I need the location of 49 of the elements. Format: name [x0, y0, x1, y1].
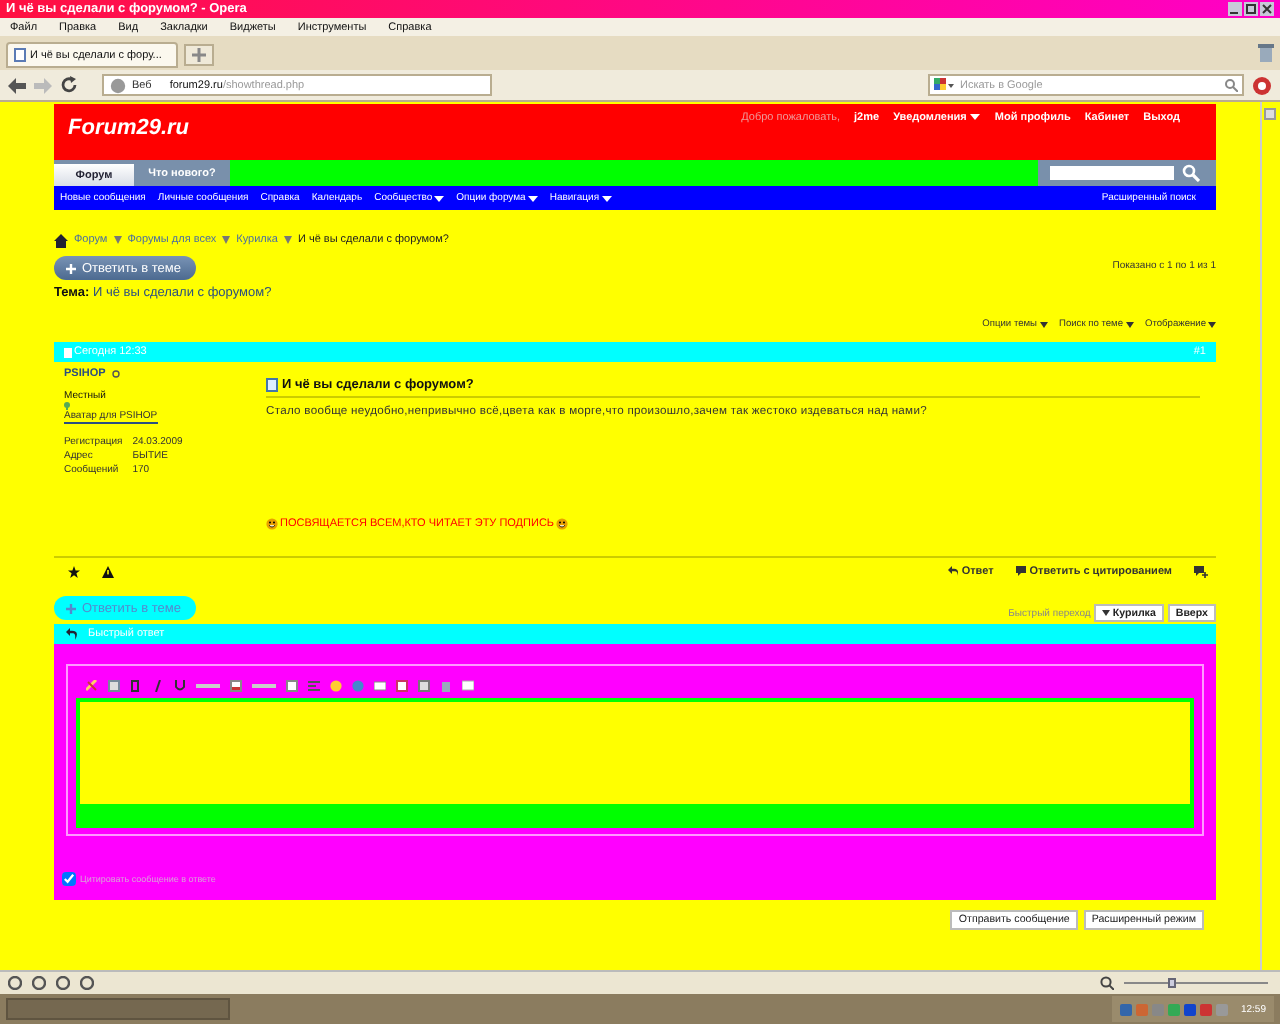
caret-icon [970, 114, 981, 120]
text-color-icon[interactable] [230, 680, 242, 692]
home-icon[interactable] [54, 233, 68, 247]
align-icon[interactable] [308, 680, 320, 692]
reply-arrow-icon [947, 566, 958, 576]
caret-icon [434, 195, 445, 201]
back-icon[interactable] [8, 77, 26, 93]
minimize-icon[interactable] [1228, 2, 1242, 16]
caret-icon [1208, 322, 1216, 328]
warning-icon[interactable] [102, 565, 114, 577]
caret-icon [601, 195, 612, 201]
caret-icon [527, 195, 538, 201]
page-icon [64, 347, 72, 357]
italic-icon[interactable] [152, 680, 164, 692]
caret-icon [1102, 610, 1111, 616]
chevron-icon [113, 236, 122, 244]
search-engine-icon [934, 77, 956, 93]
trash-icon[interactable] [1258, 44, 1274, 62]
zoom-icon[interactable] [1100, 976, 1114, 990]
opera-menu-icon[interactable] [1252, 75, 1272, 95]
bold-icon[interactable] [130, 680, 142, 692]
underline-icon[interactable] [174, 680, 186, 692]
quote-checkbox[interactable] [62, 872, 76, 886]
caret-icon [1039, 322, 1047, 328]
document-icon [266, 378, 278, 392]
chevron-icon [222, 236, 231, 244]
multiquote-icon[interactable] [1194, 565, 1208, 577]
search-input[interactable] [1050, 166, 1174, 180]
new-tab-button[interactable] [184, 44, 214, 66]
search-icon [1224, 78, 1238, 92]
plus-icon [66, 263, 76, 273]
chevron-icon [283, 236, 292, 244]
close-icon[interactable] [1260, 2, 1274, 16]
scroll-thumb[interactable] [1263, 108, 1275, 120]
maximize-icon[interactable] [1244, 2, 1258, 16]
reload-icon[interactable] [60, 76, 78, 94]
plus-icon [66, 603, 76, 613]
caret-icon [1125, 322, 1133, 328]
speech-bubble-icon [1015, 566, 1026, 576]
plus-icon [192, 48, 206, 62]
search-icon[interactable] [1182, 164, 1200, 182]
scrollbar[interactable] [1260, 102, 1276, 970]
site-logo[interactable]: Forum29.ru [68, 116, 190, 140]
rank-icon [64, 402, 70, 410]
slider-thumb[interactable] [1167, 978, 1176, 988]
reply-arrow-icon [66, 628, 78, 640]
star-icon[interactable] [68, 565, 80, 577]
offline-status-icon [111, 370, 120, 378]
page-icon [14, 48, 26, 62]
